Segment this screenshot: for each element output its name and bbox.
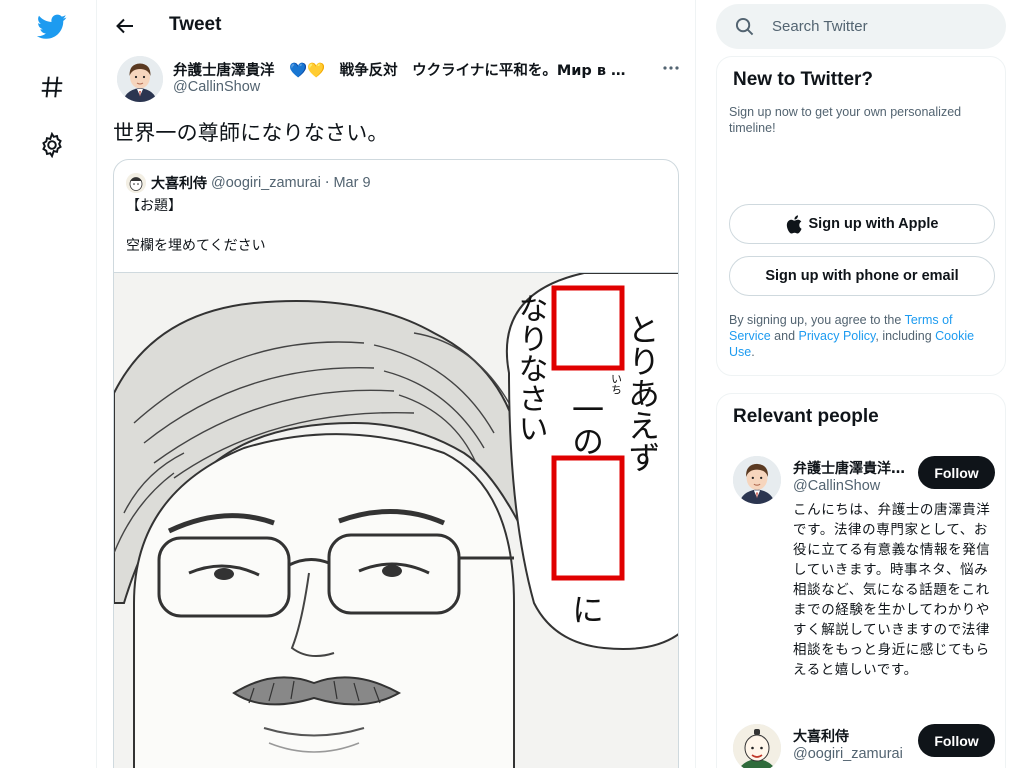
person-item[interactable]: 大喜利侍 @oogiri_zamurai Follow — [733, 724, 995, 768]
terms-and: and — [770, 329, 799, 343]
author-avatar[interactable] — [117, 56, 163, 102]
quoted-author-handle: @oogiri_zamurai — [211, 175, 321, 191]
sign-up-phone-email-label: Sign up with phone or email — [765, 268, 959, 284]
person-handle[interactable]: @oogiri_zamurai — [793, 746, 911, 762]
tweet-text: 世界一の尊師になりなさい。 — [113, 121, 389, 145]
relevant-people-card: Relevant people 弁護士唐澤貴洋 💙💛 @CallinShow F… — [716, 393, 1006, 768]
left-navigation — [0, 0, 97, 768]
image-text-end: に — [567, 593, 605, 625]
manga-illustration: とりあえず 一の いち に なりなさい — [114, 273, 678, 768]
search-icon — [735, 17, 754, 40]
terms-end: . — [751, 345, 755, 359]
explore-hashtag-icon[interactable] — [30, 65, 74, 109]
apple-logo-icon — [786, 214, 802, 233]
person-avatar[interactable] — [733, 456, 781, 504]
quoted-author-avatar — [126, 173, 146, 193]
relevant-people-title: Relevant people — [733, 406, 879, 427]
person-handle[interactable]: @CallinShow — [793, 478, 911, 494]
new-to-twitter-title: New to Twitter? — [733, 69, 874, 90]
sign-up-apple-label: Sign up with Apple — [808, 216, 939, 232]
quoted-tweet-title: 【お題】 — [126, 198, 182, 214]
image-text-right: とりあえず — [623, 313, 661, 473]
page-title: Tweet — [169, 14, 222, 35]
quoted-tweet-date: Mar 9 — [333, 175, 371, 191]
person-avatar[interactable] — [733, 724, 781, 768]
twitter-logo-icon[interactable] — [30, 5, 74, 49]
quoted-tweet-text: 空欄を埋めてください — [126, 238, 266, 254]
new-to-twitter-card: New to Twitter? Sign up now to get your … — [716, 56, 1006, 376]
person-bio: こんにちは、弁護士の唐澤貴洋です。法律の専門家として、お役に立てる有意義な情報を… — [793, 502, 991, 678]
privacy-policy-link[interactable]: Privacy Policy — [799, 329, 876, 343]
author-handle[interactable]: @CallinShow — [173, 79, 260, 95]
separator-dot: · — [324, 175, 330, 191]
follow-button[interactable]: Follow — [918, 456, 995, 489]
search-input[interactable] — [772, 4, 992, 49]
search-bar — [716, 4, 1006, 49]
tweet-header: Tweet — [97, 0, 695, 53]
follow-button[interactable]: Follow — [918, 724, 995, 757]
quoted-author-name: 大喜利侍 — [151, 176, 207, 192]
sign-up-apple-button[interactable]: Sign up with Apple — [729, 204, 995, 244]
quoted-tweet[interactable]: 大喜利侍 @oogiri_zamurai · Mar 9 【お題】 空欄を埋めて… — [113, 159, 679, 768]
terms-notice: By signing up, you agree to the Terms of… — [729, 312, 995, 360]
terms-prefix: By signing up, you agree to the — [729, 313, 905, 327]
author-name[interactable]: 弁護士唐澤貴洋 💙💛 戦争反対 ウクライナに平和を。Мир в … — [173, 59, 626, 80]
image-text-left: なりなさい — [513, 293, 548, 443]
tweet-author: 弁護士唐澤貴洋 💙💛 戦争反対 ウクライナに平和を。Мир в … @Calli… — [113, 56, 685, 106]
quoted-tweet-image[interactable]: とりあえず 一の いち に なりなさい — [114, 272, 678, 768]
back-arrow-icon[interactable] — [111, 12, 139, 40]
tweet-detail-column: Tweet 弁護士唐澤貴洋 💙💛 戦争反対 ウクライナに平和を。Мир в … … — [97, 0, 696, 768]
person-name[interactable]: 大喜利侍 — [793, 726, 911, 746]
settings-gear-icon[interactable] — [30, 123, 74, 167]
person-name[interactable]: 弁護士唐澤貴洋 💙💛 — [793, 458, 911, 478]
image-text-ruby: いち — [610, 373, 623, 395]
more-options-icon[interactable] — [657, 56, 685, 80]
terms-including: , including — [875, 329, 936, 343]
image-text-middle: 一の — [567, 393, 605, 457]
person-item[interactable]: 弁護士唐澤貴洋 💙💛 @CallinShow Follow こんにちは、弁護士の… — [733, 456, 995, 706]
quoted-tweet-header: 大喜利侍 @oogiri_zamurai · Mar 9 — [126, 172, 371, 194]
new-to-twitter-subtitle: Sign up now to get your own personalized… — [729, 105, 962, 135]
sign-up-phone-email-button[interactable]: Sign up with phone or email — [729, 256, 995, 296]
